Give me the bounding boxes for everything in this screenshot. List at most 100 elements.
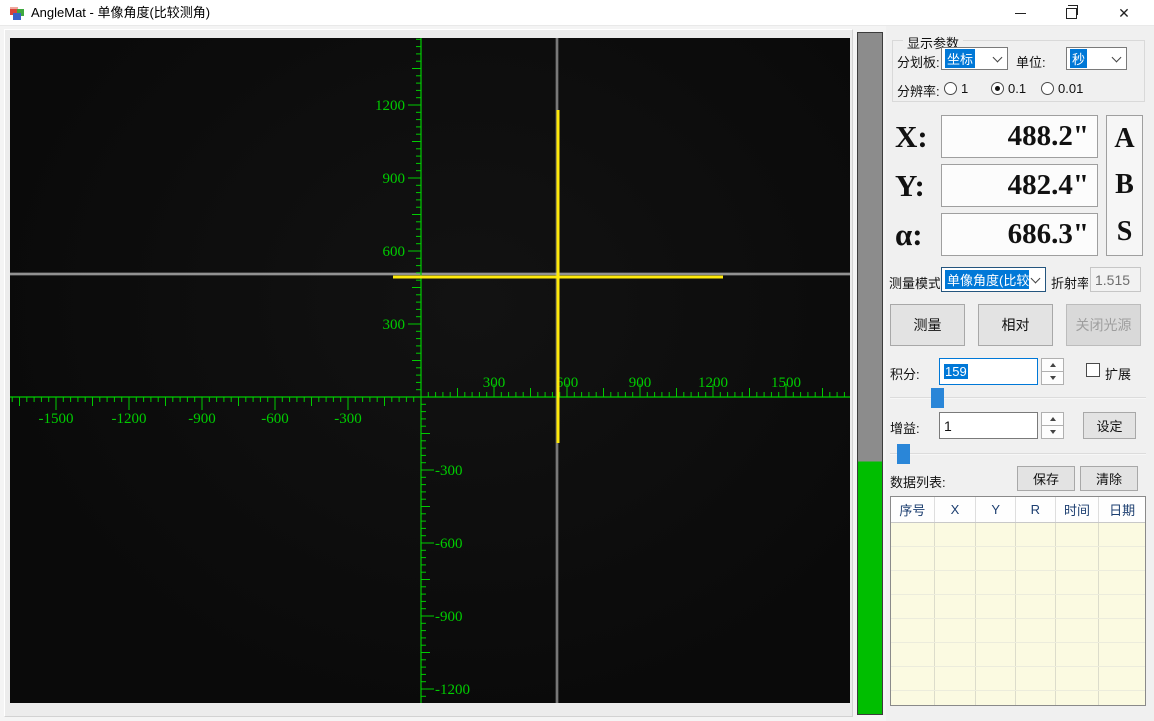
table-cell <box>1056 523 1100 546</box>
column-header: 时间 <box>1056 497 1100 522</box>
column-header: 日期 <box>1109 503 1136 518</box>
spin-down-icon[interactable] <box>1041 372 1064 385</box>
table-cell <box>1016 547 1056 570</box>
relative-button[interactable]: 相对 <box>978 304 1053 346</box>
svg-text:-300: -300 <box>435 463 463 479</box>
measure-button[interactable]: 测量 <box>890 304 965 346</box>
mode-b-indicator: B <box>1115 169 1134 201</box>
table-cell <box>1016 667 1056 690</box>
spin-up-icon[interactable] <box>1041 358 1064 372</box>
integration-label: 积分: <box>890 367 920 382</box>
save-button[interactable]: 保存 <box>1017 466 1075 491</box>
table-cell <box>935 643 977 666</box>
column-header: R <box>1016 497 1056 522</box>
svg-text:-600: -600 <box>261 411 289 427</box>
table-cell <box>1099 691 1145 705</box>
camera-view: -1500 -1200 -900 -600 -300 300 600 900 1200 1500 1… <box>10 38 850 703</box>
gain-spinner[interactable] <box>1041 412 1064 439</box>
svg-text:900: 900 <box>629 375 652 391</box>
table-cell <box>935 619 977 642</box>
integration-input[interactable]: 159 <box>939 358 1038 385</box>
table-cell <box>935 571 977 594</box>
table-cell <box>1099 619 1145 642</box>
minimize-button[interactable] <box>997 0 1043 26</box>
table-cell <box>1056 619 1100 642</box>
svg-text:600: 600 <box>383 244 406 260</box>
set-button[interactable]: 设定 <box>1083 412 1136 439</box>
table-cell <box>1016 571 1056 594</box>
table-cell <box>1056 691 1100 705</box>
table-cell <box>1099 667 1145 690</box>
close-icon: ✕ <box>1118 5 1130 21</box>
chevron-down-icon <box>992 52 1003 62</box>
svg-text:1500: 1500 <box>771 375 801 391</box>
svg-text:-600: -600 <box>435 536 463 552</box>
table-cell <box>976 691 1017 705</box>
gain-input[interactable]: 1 <box>939 412 1038 439</box>
table-row <box>891 667 1145 691</box>
svg-text:-900: -900 <box>188 411 216 427</box>
measure-mode-select[interactable]: 单像角度(比较测角) <box>941 267 1046 292</box>
reticle-select[interactable]: 坐标 <box>941 47 1008 70</box>
integration-slider-track[interactable] <box>890 397 1146 399</box>
chevron-down-icon <box>1111 52 1122 62</box>
window-title: AngleMat - 单像角度(比较测角) <box>31 5 211 20</box>
light-off-button: 关闭光源 <box>1066 304 1141 346</box>
table-cell <box>976 523 1017 546</box>
svg-text:300: 300 <box>483 375 506 391</box>
table-row <box>891 691 1145 705</box>
table-cell <box>976 595 1017 618</box>
resolution-radio-1-label[interactable]: 1 <box>961 81 968 96</box>
table-row <box>891 643 1145 667</box>
refraction-input: 1.515 <box>1090 267 1141 292</box>
column-header: 序号 <box>891 497 935 522</box>
restore-icon <box>1065 4 1078 19</box>
svg-text:-1200: -1200 <box>112 411 147 427</box>
table-cell <box>1016 691 1056 705</box>
column-header: X <box>935 497 977 522</box>
integration-spinner[interactable] <box>1041 358 1064 385</box>
table-cell <box>1056 547 1100 570</box>
resolution-radio-01[interactable] <box>991 82 1004 95</box>
table-cell <box>1099 571 1145 594</box>
data-table-body <box>891 523 1145 705</box>
restore-button[interactable] <box>1048 0 1094 26</box>
expand-checkbox-label[interactable]: 扩展 <box>1105 364 1131 383</box>
mode-a-indicator: A <box>1114 123 1135 155</box>
spin-down-icon[interactable] <box>1041 426 1064 439</box>
table-cell <box>1016 595 1056 618</box>
table-cell <box>891 691 935 705</box>
close-button[interactable]: ✕ <box>1101 0 1147 26</box>
unit-select[interactable]: 秒 <box>1066 47 1127 70</box>
svg-text:300: 300 <box>383 317 406 333</box>
expand-checkbox[interactable] <box>1086 363 1100 377</box>
table-cell <box>1099 523 1145 546</box>
alpha-readout-value: 686.3" <box>941 213 1098 256</box>
y-readout-value: 482.4" <box>941 164 1098 207</box>
resolution-label: 分辨率: <box>897 84 940 99</box>
table-cell <box>976 571 1017 594</box>
svg-text:-1500: -1500 <box>39 411 74 427</box>
gain-slider-track[interactable] <box>890 453 1146 455</box>
integration-slider-thumb[interactable] <box>931 388 944 408</box>
column-header: Y <box>976 497 1017 522</box>
reticle-select-value: 坐标 <box>945 49 976 68</box>
resolution-radio-001-label[interactable]: 0.01 <box>1058 81 1083 96</box>
gain-slider-thumb[interactable] <box>897 444 910 464</box>
table-row <box>891 595 1145 619</box>
resolution-radio-1[interactable] <box>944 82 957 95</box>
spin-up-icon[interactable] <box>1041 412 1064 426</box>
resolution-radio-01-label[interactable]: 0.1 <box>1008 81 1026 96</box>
chevron-down-icon <box>1030 273 1041 283</box>
light-level-indicator <box>857 32 883 715</box>
refraction-label: 折射率: <box>1051 276 1088 291</box>
table-cell <box>935 667 977 690</box>
table-cell <box>891 619 935 642</box>
x-readout-label: X: <box>895 119 928 154</box>
clear-button[interactable]: 清除 <box>1080 466 1138 491</box>
table-row <box>891 547 1145 571</box>
resolution-radio-001[interactable] <box>1041 82 1054 95</box>
table-cell <box>891 643 935 666</box>
table-cell <box>891 547 935 570</box>
mode-s-indicator: S <box>1116 215 1133 247</box>
